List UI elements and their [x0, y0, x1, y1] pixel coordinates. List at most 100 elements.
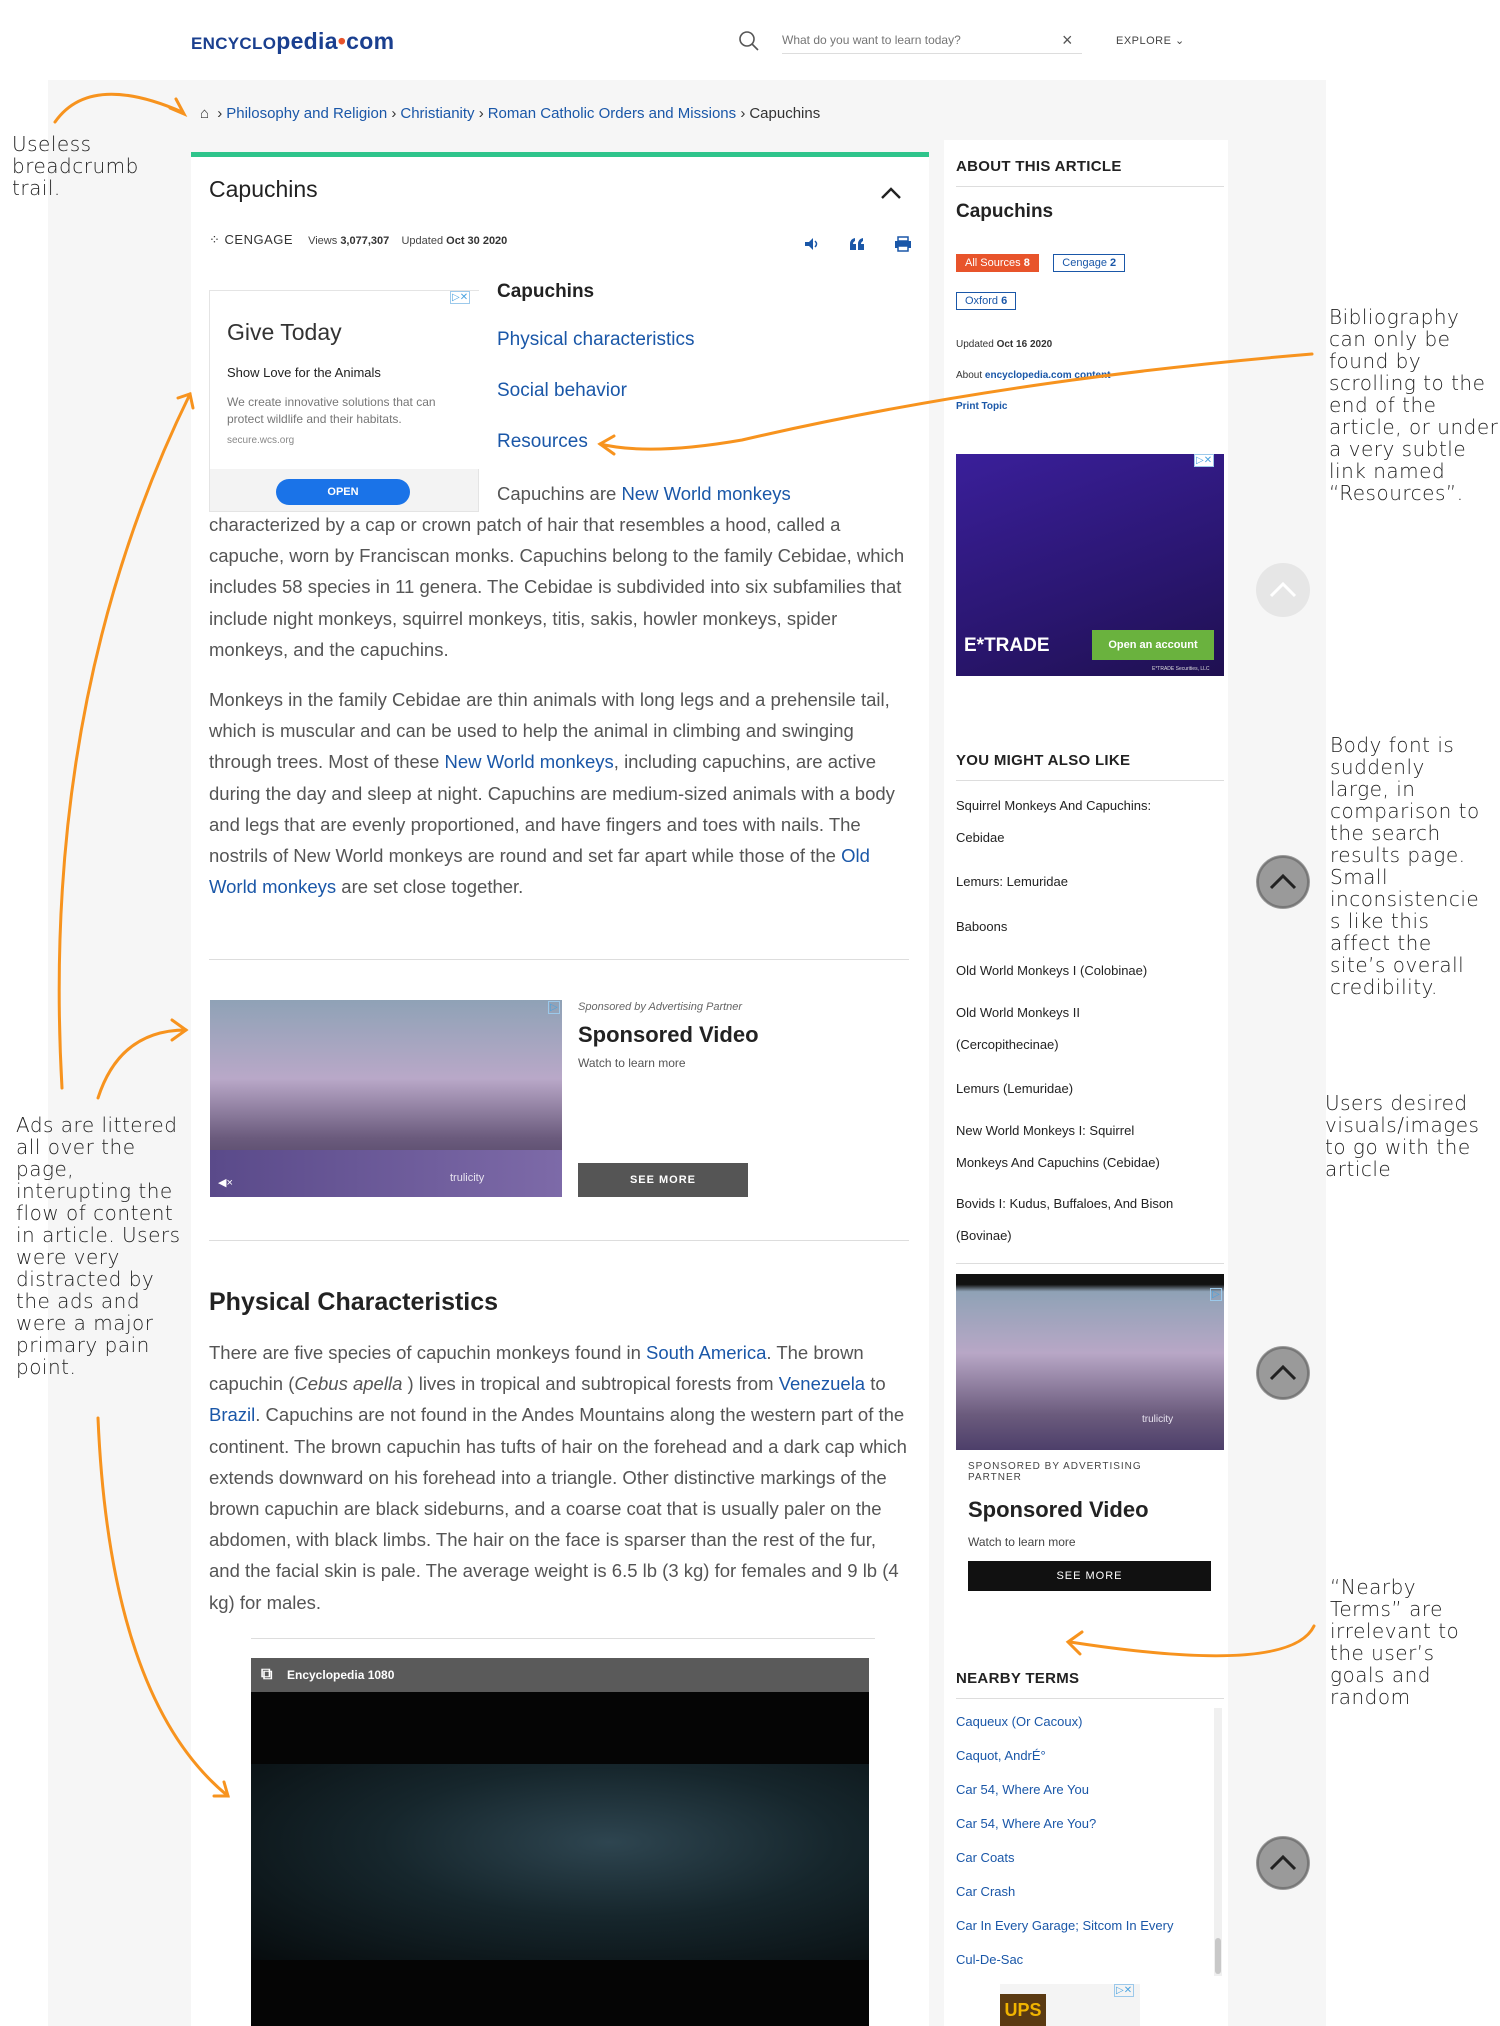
nearby-term[interactable]: Car Coats — [956, 1850, 1015, 1865]
like-item[interactable]: Bovids I: Kudus, Buffaloes, And Bison (B… — [956, 1188, 1186, 1252]
scroll-top-button[interactable] — [1256, 1346, 1310, 1400]
print-topic-link[interactable]: Print Topic — [956, 401, 1007, 412]
nearby-term[interactable]: Car In Every Garage; Sitcom In Every — [956, 1918, 1173, 1933]
adchoices-icon[interactable]: ▷✕ — [450, 291, 471, 304]
link-south-america[interactable]: South America — [646, 1342, 766, 1363]
section-heading: Physical Characteristics — [209, 1288, 499, 1316]
breadcrumb-current: Capuchins — [749, 105, 821, 122]
breadcrumb-link[interactable]: Philosophy and Religion — [226, 105, 387, 122]
scroll-top-button[interactable] — [1256, 563, 1310, 617]
toc-title: Capuchins — [497, 281, 595, 302]
ad-url: secure.wcs.org — [227, 435, 295, 446]
like-item[interactable]: Old World Monkeys I (Colobinae) — [956, 955, 1186, 987]
sponsored-video-thumbnail[interactable]: trulicity ◀× ▷ — [210, 1000, 562, 1197]
like-item[interactable]: Lemurs (Lemuridae) — [956, 1073, 1186, 1105]
badge-oxford[interactable]: Oxford 6 — [956, 292, 1017, 310]
mute-icon[interactable]: ◀× — [218, 1176, 233, 1189]
video-player[interactable]: ⧉ Encyclopedia 1080 — [251, 1658, 869, 2026]
like-item[interactable]: Old World Monkeys II (Cercopithecinae) — [956, 997, 1186, 1061]
ups-ad[interactable]: UPS ▷✕ — [1000, 1984, 1140, 2026]
paragraph-intro-lead: Capuchins are New World monkeys — [497, 483, 791, 504]
scroll-top-button[interactable] — [1256, 1836, 1310, 1890]
view-count: 3,077,307 — [340, 235, 390, 247]
sponsored-subtitle: Watch to learn more — [578, 1056, 686, 1070]
side-sponsored-label: SPONSORED BY ADVERTISING PARTNER — [968, 1461, 1142, 1483]
divider — [956, 186, 1224, 187]
see-more-button[interactable]: SEE MORE — [578, 1163, 748, 1197]
link-new-world-monkeys[interactable]: New World monkeys — [445, 751, 614, 772]
cite-icon[interactable] — [848, 236, 866, 252]
like-item[interactable]: Squirrel Monkeys And Capuchins: Cebidae — [956, 790, 1186, 854]
sources-badges: Oxford 6 — [956, 291, 1017, 310]
nearby-term[interactable]: Caqueux (Or Cacoux) — [956, 1714, 1082, 1729]
nearby-term[interactable]: Caquot, AndrÉ° — [956, 1748, 1046, 1763]
nearby-scrollbar[interactable] — [1214, 1708, 1222, 1976]
home-icon[interactable]: ⌂ — [200, 105, 209, 122]
about-content-link[interactable]: encyclopedia.com content — [985, 370, 1111, 381]
nearby-term[interactable]: Car 54, Where Are You — [956, 1782, 1089, 1797]
like-item[interactable]: Baboons — [956, 911, 1186, 943]
nearby-term[interactable]: Car Crash — [956, 1884, 1015, 1899]
player-title: Encyclopedia 1080 — [287, 1668, 395, 1682]
paragraph-cebidae: Monkeys in the family Cebidae are thin a… — [209, 689, 895, 898]
nearby-term[interactable]: Car 54, Where Are You? — [956, 1816, 1096, 1831]
popout-icon[interactable]: ⧉ — [261, 1658, 272, 1692]
search-input[interactable] — [782, 26, 1082, 54]
explore-menu[interactable]: EXPLORE ⌄ — [1116, 34, 1185, 47]
divider — [956, 780, 1224, 781]
like-item[interactable]: New World Monkeys I: Squirrel Monkeys An… — [956, 1115, 1186, 1179]
chevron-down-icon: ⌄ — [1175, 35, 1185, 47]
updated-date: Oct 30 2020 — [446, 235, 508, 247]
trulicity-logo: trulicity — [450, 1172, 485, 1184]
adchoices-icon[interactable]: ▷ — [548, 1001, 560, 1014]
annotation-bibliography: Bibliography can only be found by scroll… — [1329, 305, 1499, 505]
badge-cengage[interactable]: Cengage 2 — [1053, 254, 1126, 272]
close-icon[interactable]: × — [1062, 30, 1073, 51]
breadcrumb-link[interactable]: Christianity — [400, 105, 474, 122]
about-heading: ABOUT THIS ARTICLE — [956, 158, 1122, 175]
article-title: Capuchins — [209, 176, 318, 202]
adchoices-icon[interactable]: ▷✕ — [1194, 454, 1215, 467]
give-today-ad[interactable]: ▷✕ Give Today Show Love for the Animals … — [209, 290, 480, 512]
audio-icon[interactable] — [803, 236, 821, 252]
sponsored-title[interactable]: Sponsored Video — [578, 1022, 759, 1048]
annotation-visuals: Users desired visuals/images to go with … — [1325, 1091, 1480, 1181]
print-icon[interactable] — [894, 236, 912, 252]
search-icon[interactable] — [738, 30, 760, 52]
annotation-nearby: “Nearby Terms” are irrelevant to the use… — [1330, 1575, 1460, 1709]
annotation-ads: Ads are littered all over the page, inte… — [16, 1113, 181, 1379]
like-item[interactable]: Lemurs: Lemuridae — [956, 866, 1186, 898]
toc-link-social[interactable]: Social behavior — [497, 380, 627, 402]
link-brazil[interactable]: Brazil — [209, 1404, 255, 1425]
scroll-top-button[interactable] — [1256, 855, 1310, 909]
chevron-up-icon[interactable] — [880, 186, 902, 200]
you-might-like-heading: YOU MIGHT ALSO LIKE — [956, 752, 1131, 769]
etrade-fine-print: E*TRADE Securities, LLC — [1152, 666, 1210, 672]
adchoices-icon[interactable]: ▷✕ — [1114, 1984, 1135, 1997]
breadcrumb: ⌂ › Philosophy and Religion › Christianity… — [200, 105, 821, 122]
toc-link-resources[interactable]: Resources — [497, 431, 588, 453]
open-account-button[interactable]: Open an account — [1092, 630, 1214, 660]
side-sponsored-video-thumbnail[interactable]: ▷ trulicity — [956, 1274, 1224, 1450]
badge-all-sources[interactable]: All Sources 8 — [956, 254, 1039, 272]
toc-link-physical[interactable]: Physical characteristics — [497, 329, 694, 351]
etrade-ad[interactable]: ▷✕ E*TRADE Open an account E*TRADE Secur… — [956, 454, 1224, 676]
breadcrumb-link[interactable]: Roman Catholic Orders and Missions — [488, 105, 736, 122]
link-venezuela[interactable]: Venezuela — [779, 1373, 865, 1394]
nearby-term[interactable]: Cul-De-Sac — [956, 1952, 1023, 1967]
divider — [209, 959, 909, 960]
side-sponsored-title[interactable]: Sponsored Video — [968, 1497, 1149, 1523]
divider — [209, 1240, 909, 1241]
side-see-more-button[interactable]: SEE MORE — [968, 1561, 1211, 1591]
paragraph-intro: characterized by a cap or crown patch of… — [209, 514, 905, 660]
link-new-world-monkeys[interactable]: New World monkeys — [621, 483, 790, 504]
video-frame — [251, 1764, 869, 1960]
site-logo[interactable]: ENCYCLOpedia•com — [191, 28, 394, 55]
ad-open-button[interactable]: OPEN — [276, 479, 410, 505]
cengage-logo: ⁘ CENGAGE — [209, 232, 294, 247]
ad-text: We create innovative solutions that can … — [227, 395, 436, 426]
adchoices-icon[interactable]: ▷ — [1210, 1288, 1222, 1301]
divider — [251, 1638, 875, 1639]
sidebar-updated: Updated Oct 16 2020 — [956, 339, 1053, 350]
etrade-logo: E*TRADE — [964, 635, 1050, 656]
